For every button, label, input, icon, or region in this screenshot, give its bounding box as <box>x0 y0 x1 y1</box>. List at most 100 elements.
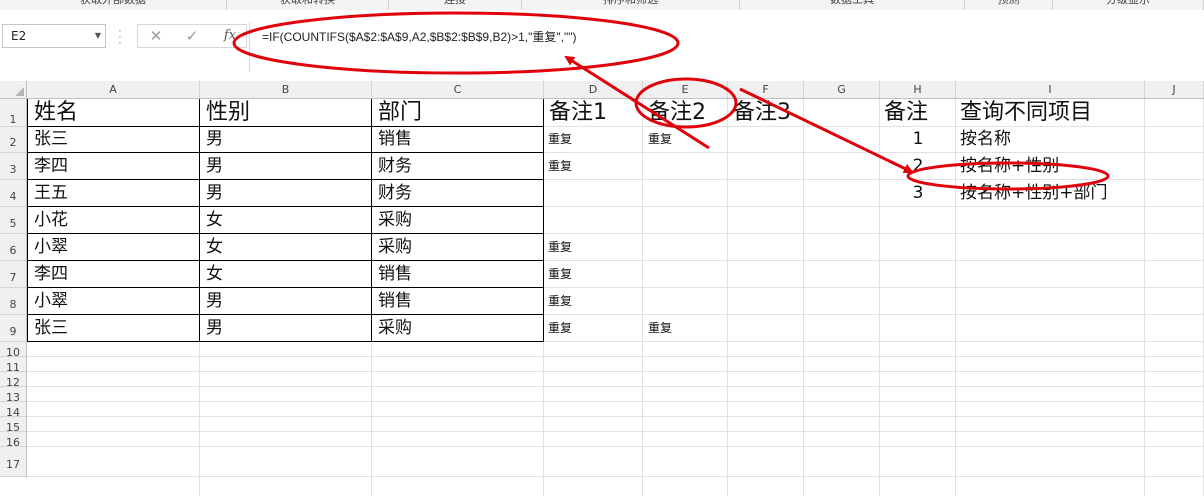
cell-d2[interactable]: 重复 <box>544 127 643 153</box>
cell-e5[interactable] <box>643 207 728 234</box>
cell-f1[interactable]: 备注3 <box>728 99 804 127</box>
cell-e6[interactable] <box>643 234 728 261</box>
drag-handle-icon[interactable]: · · · <box>118 25 122 49</box>
row-header-5[interactable]: 5 <box>0 207 27 234</box>
column-header-d[interactable]: D <box>544 81 643 99</box>
cell-a1[interactable]: 姓名 <box>27 99 200 127</box>
cell-b1[interactable]: 性别 <box>200 99 372 127</box>
ribbon-group-get-external-data[interactable]: 获取外部数据 <box>0 0 227 10</box>
cell-a9[interactable]: 张三 <box>27 315 200 342</box>
cell-c6[interactable]: 采购 <box>372 234 544 261</box>
cell-a6[interactable]: 小翠 <box>27 234 200 261</box>
row-header-13[interactable]: 13 <box>0 387 27 404</box>
cell-e2[interactable]: 重复 <box>643 127 728 153</box>
row-header-9[interactable]: 9 <box>0 315 27 342</box>
cell-b6[interactable]: 女 <box>200 234 372 261</box>
column-header-b[interactable]: B <box>200 81 372 99</box>
ribbon-group-data-tools[interactable]: 数据工具 <box>740 0 965 10</box>
cell-a4[interactable]: 王五 <box>27 180 200 207</box>
row-header-15[interactable]: 15 <box>0 417 27 434</box>
gridline-h <box>27 416 1204 417</box>
cell-h2[interactable]: 1 <box>880 127 956 153</box>
cell-h1[interactable]: 备注 <box>880 99 956 127</box>
cell-i2[interactable]: 按名称 <box>956 127 1145 153</box>
cell-c1[interactable]: 部门 <box>372 99 544 127</box>
ribbon-group-connections[interactable]: 连接 <box>389 0 522 10</box>
cell-d4[interactable] <box>544 180 643 207</box>
column-header-g[interactable]: G <box>804 81 880 99</box>
name-box[interactable]: E2 ▼ <box>2 24 106 48</box>
cell-d7[interactable]: 重复 <box>544 261 643 288</box>
cell-c9[interactable]: 采购 <box>372 315 544 342</box>
cell-c8[interactable]: 销售 <box>372 288 544 315</box>
row-header-8[interactable]: 8 <box>0 288 27 315</box>
cell-b8[interactable]: 男 <box>200 288 372 315</box>
column-header-h[interactable]: H <box>880 81 956 99</box>
row-header-16[interactable]: 16 <box>0 432 27 449</box>
ribbon-group-sort-filter[interactable]: 排序和筛选 <box>522 0 740 10</box>
cell-c3[interactable]: 财务 <box>372 153 544 180</box>
insert-function-icon[interactable]: fx <box>215 24 245 48</box>
row-header-3[interactable]: 3 <box>0 153 27 180</box>
cell-d3[interactable]: 重复 <box>544 153 643 180</box>
row-header-6[interactable]: 6 <box>0 234 27 261</box>
row-header-4[interactable]: 4 <box>0 180 27 207</box>
ribbon-group-get-transform[interactable]: 获取和转换 <box>227 0 389 10</box>
row-header-12[interactable]: 12 <box>0 372 27 389</box>
column-header-c[interactable]: C <box>372 81 544 99</box>
cell-b7[interactable]: 女 <box>200 261 372 288</box>
cell-i3[interactable]: 按名称+性别 <box>956 153 1145 180</box>
row-header-11[interactable]: 11 <box>0 357 27 374</box>
chevron-down-icon[interactable]: ▼ <box>95 25 101 47</box>
row-header-17[interactable]: 17 <box>0 447 27 477</box>
column-header-e[interactable]: E <box>643 81 728 99</box>
cell-e9[interactable]: 重复 <box>643 315 728 342</box>
column-header-f[interactable]: F <box>728 81 804 99</box>
cell-b4[interactable]: 男 <box>200 180 372 207</box>
formula-input[interactable]: =IF(COUNTIFS($A$2:$A$9,A2,$B$2:$B$9,B2)>… <box>249 22 1204 72</box>
ribbon-group-forecast[interactable]: 预测 <box>965 0 1053 10</box>
cell-i1[interactable]: 查询不同项目 <box>956 99 1145 127</box>
cell-a5[interactable]: 小花 <box>27 207 200 234</box>
cell-a2[interactable]: 张三 <box>27 127 200 153</box>
column-header-a[interactable]: A <box>27 81 200 99</box>
cell-b2[interactable]: 男 <box>200 127 372 153</box>
cell-e8[interactable] <box>643 288 728 315</box>
cell-c7[interactable]: 销售 <box>372 261 544 288</box>
cell-b5[interactable]: 女 <box>200 207 372 234</box>
row-header-2[interactable]: 2 <box>0 127 27 153</box>
gridline-h <box>27 356 1204 357</box>
cell-a3[interactable]: 李四 <box>27 153 200 180</box>
select-all-button[interactable] <box>0 81 27 99</box>
cell-d9[interactable]: 重复 <box>544 315 643 342</box>
cell-i4[interactable]: 按名称+性别+部门 <box>956 180 1145 207</box>
row-header-1[interactable]: 1 <box>0 99 27 127</box>
enter-icon[interactable]: ✓ <box>177 24 207 48</box>
column-header-i[interactable]: I <box>956 81 1145 99</box>
cell-d6[interactable]: 重复 <box>544 234 643 261</box>
cell-h4[interactable]: 3 <box>880 180 956 207</box>
row-header-7[interactable]: 7 <box>0 261 27 288</box>
cell-d1[interactable]: 备注1 <box>544 99 643 127</box>
ribbon-group-outline[interactable]: 分级显示 <box>1053 0 1204 10</box>
cancel-icon[interactable]: ✕ <box>141 24 171 48</box>
column-header-j[interactable]: J <box>1145 81 1204 99</box>
cell-e1[interactable]: 备注2 <box>643 99 728 127</box>
cell-e7[interactable] <box>643 261 728 288</box>
cell-c2[interactable]: 销售 <box>372 127 544 153</box>
row-header-10[interactable]: 10 <box>0 342 27 359</box>
row-header-14[interactable]: 14 <box>0 402 27 419</box>
cell-c5[interactable]: 采购 <box>372 207 544 234</box>
cell-b9[interactable]: 男 <box>200 315 372 342</box>
cell-d8[interactable]: 重复 <box>544 288 643 315</box>
cell-d5[interactable] <box>544 207 643 234</box>
gridline-h <box>27 371 1204 372</box>
cell-c4[interactable]: 财务 <box>372 180 544 207</box>
cell-h3[interactable]: 2 <box>880 153 956 180</box>
cell-b3[interactable]: 男 <box>200 153 372 180</box>
cell-a8[interactable]: 小翠 <box>27 288 200 315</box>
cell-a7[interactable]: 李四 <box>27 261 200 288</box>
gridline-h <box>27 446 1204 447</box>
cell-e4[interactable] <box>643 180 728 207</box>
cell-e3[interactable] <box>643 153 728 180</box>
